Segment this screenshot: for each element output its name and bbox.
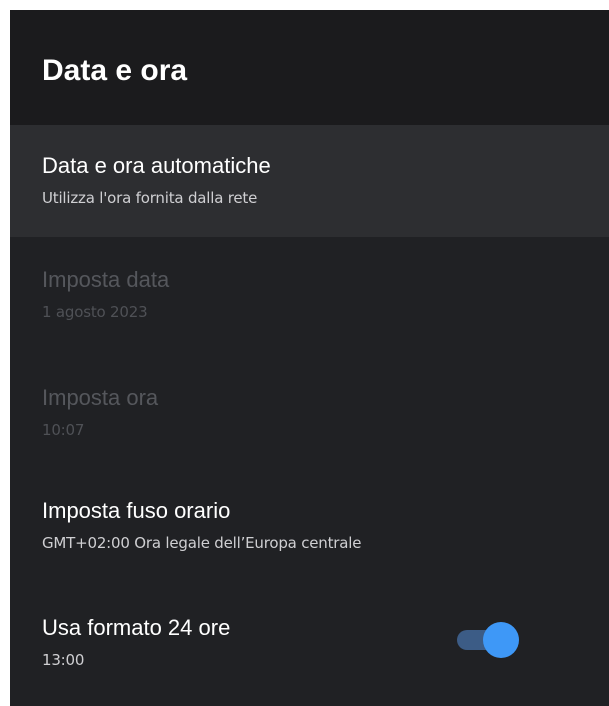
setting-summary: GMT+02:00 Ora legale dell’Europa central… — [42, 534, 362, 552]
settings-panel: Data e ora Data e ora automatiche Utiliz… — [10, 10, 609, 706]
setting-title: Imposta fuso orario — [42, 498, 231, 523]
setting-summary: Utilizza l'ora fornita dalla rete — [42, 189, 258, 207]
setting-time-zone[interactable]: Imposta fuso orario GMT+02:00 Ora legale… — [10, 470, 609, 582]
setting-automatic-date-time[interactable]: Data e ora automatiche Utilizza l'ora fo… — [10, 125, 609, 237]
setting-title: Usa formato 24 ore — [42, 615, 231, 640]
setting-summary: 1 agosto 2023 — [42, 303, 148, 321]
24-hour-format-toggle[interactable] — [455, 621, 521, 661]
page-title: Data e ora — [42, 54, 188, 87]
setting-set-date[interactable]: Imposta data 1 agosto 2023 — [10, 239, 609, 351]
setting-set-time[interactable]: Imposta ora 10:07 — [10, 357, 609, 469]
toggle-thumb — [483, 622, 519, 658]
setting-summary: 10:07 — [42, 421, 85, 439]
setting-24-hour-format[interactable]: Usa formato 24 ore 13:00 — [10, 587, 609, 699]
setting-summary: 13:00 — [42, 651, 85, 669]
setting-title: Imposta ora — [42, 385, 159, 410]
setting-title: Imposta data — [42, 267, 170, 292]
panel-header: Data e ora — [10, 10, 609, 125]
setting-title: Data e ora automatiche — [42, 153, 271, 178]
